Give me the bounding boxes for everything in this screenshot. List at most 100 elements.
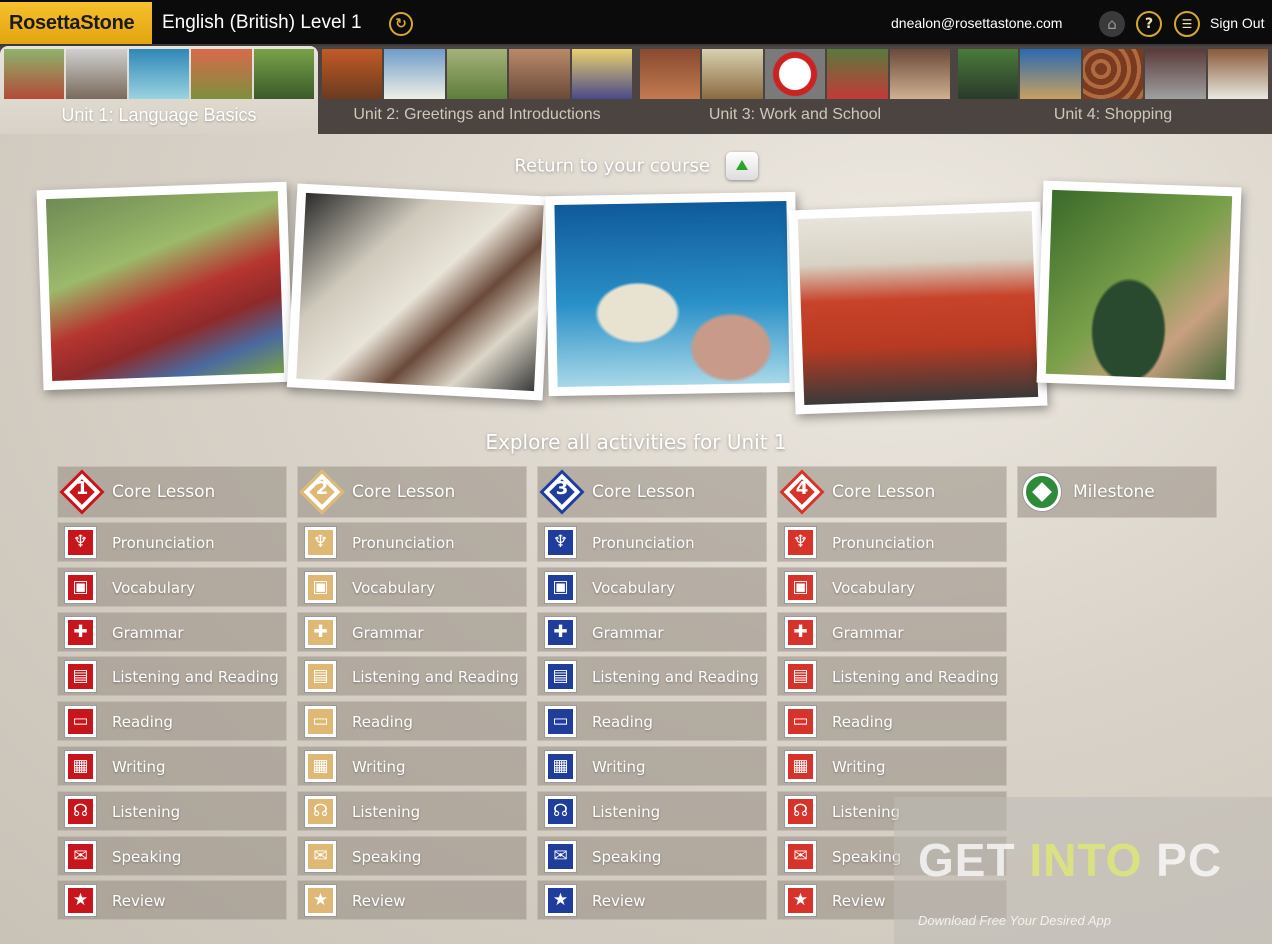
milestone-icon — [1023, 473, 1061, 511]
activity-label: Reading — [832, 713, 893, 732]
lesson-1-photo[interactable] — [36, 181, 294, 391]
speaking-icon: ✉ — [64, 839, 97, 873]
lesson-number: 4 — [795, 478, 809, 499]
refresh-icon[interactable]: ↻ — [389, 12, 413, 36]
speaking-icon: ✉ — [544, 839, 577, 873]
activity-label: Writing — [832, 757, 886, 776]
lesson-number: 2 — [315, 478, 329, 499]
lesson-1-column: 1 Core Lesson ♆ Pronunciation ▣ Vocabulary ✚ Gr… — [57, 466, 287, 925]
activity-listening-reading-3[interactable]: ▤ Listening and Reading — [537, 656, 767, 697]
help-icon[interactable]: ? — [1136, 11, 1162, 37]
grammar-icon: ✚ — [544, 615, 577, 649]
activity-pronunciation-3[interactable]: ♆ Pronunciation — [537, 522, 767, 562]
lesson-2-photo[interactable] — [286, 183, 554, 401]
activity-label: Writing — [592, 757, 646, 776]
unit-1-thumbnails — [4, 49, 315, 99]
tab-unit-1-label: Unit 1: Language Basics — [61, 105, 257, 125]
activity-speaking-2[interactable]: ✉ Speaking — [297, 835, 527, 876]
activity-listening-reading-1[interactable]: ▤ Listening and Reading — [57, 656, 287, 697]
lesson-4-photo[interactable] — [788, 201, 1048, 415]
activity-reading-4[interactable]: ▭ Reading — [777, 701, 1007, 742]
lesson-3-column: 3 Core Lesson ♆ Pronunciation ▣ Vocabulary ✚ Gr… — [537, 466, 767, 925]
activity-listening-reading-2[interactable]: ▤ Listening and Reading — [297, 656, 527, 697]
activity-writing-1[interactable]: ▦ Writing — [57, 745, 287, 786]
listening-icon: ☊ — [784, 794, 817, 828]
activity-review-3[interactable]: ★ Review — [537, 880, 767, 921]
activity-vocabulary-2[interactable]: ▣ Vocabulary — [297, 566, 527, 607]
listening-reading-icon: ▤ — [304, 660, 337, 694]
lesson-number: 3 — [555, 478, 569, 499]
activity-label: Listening — [112, 802, 181, 821]
activity-reading-2[interactable]: ▭ Reading — [297, 701, 527, 742]
activity-grammar-4[interactable]: ✚ Grammar — [777, 611, 1007, 652]
activity-label: Reading — [592, 713, 653, 732]
activity-writing-3[interactable]: ▦ Writing — [537, 745, 767, 786]
activity-label: Writing — [352, 757, 406, 776]
activity-label: Writing — [112, 757, 166, 776]
activity-label: Grammar — [832, 623, 904, 642]
activity-label: Grammar — [112, 623, 184, 642]
review-icon: ★ — [544, 884, 577, 918]
milestone-photo[interactable] — [1036, 180, 1242, 390]
activity-label: Review — [832, 892, 886, 911]
activity-review-1[interactable]: ★ Review — [57, 880, 287, 921]
activity-speaking-3[interactable]: ✉ Speaking — [537, 835, 767, 876]
activity-label: Reading — [112, 713, 173, 732]
sign-out-link[interactable]: Sign Out — [1210, 15, 1264, 31]
activity-vocabulary-1[interactable]: ▣ Vocabulary — [57, 566, 287, 607]
core-lesson-label: Core Lesson — [352, 482, 456, 502]
activity-label: Review — [352, 892, 406, 911]
activity-label: Pronunciation — [592, 534, 695, 552]
activity-label: Listening — [592, 802, 661, 821]
activity-grammar-1[interactable]: ✚ Grammar — [57, 611, 287, 652]
review-icon: ★ — [304, 884, 337, 918]
activity-listening-2[interactable]: ☊ Listening — [297, 790, 527, 831]
writing-icon: ▦ — [544, 749, 577, 783]
listening-reading-icon: ▤ — [784, 660, 817, 694]
pronunciation-icon: ♆ — [784, 526, 817, 559]
core-lesson-4-button[interactable]: 4 Core Lesson — [777, 466, 1007, 518]
activity-listening-reading-4[interactable]: ▤ Listening and Reading — [777, 656, 1007, 697]
activity-listening-3[interactable]: ☊ Listening — [537, 790, 767, 831]
lesson-3-photo[interactable] — [545, 191, 799, 397]
activity-label: Grammar — [352, 623, 424, 642]
milestone-button[interactable]: Milestone — [1017, 466, 1217, 518]
core-lesson-3-button[interactable]: 3 Core Lesson — [537, 466, 767, 518]
activity-label: Pronunciation — [112, 534, 215, 552]
activity-writing-2[interactable]: ▦ Writing — [297, 745, 527, 786]
tab-unit-2[interactable]: Unit 2: Greetings and Introductions — [318, 46, 636, 134]
activity-pronunciation-1[interactable]: ♆ Pronunciation — [57, 522, 287, 562]
core-lesson-1-button[interactable]: 1 Core Lesson — [57, 466, 287, 518]
activity-vocabulary-4[interactable]: ▣ Vocabulary — [777, 566, 1007, 607]
activity-reading-3[interactable]: ▭ Reading — [537, 701, 767, 742]
unit-4-thumbnails — [958, 49, 1269, 99]
core-lesson-2-button[interactable]: 2 Core Lesson — [297, 466, 527, 518]
writing-icon: ▦ — [784, 749, 817, 783]
return-up-arrow-icon[interactable] — [725, 152, 758, 180]
activity-speaking-1[interactable]: ✉ Speaking — [57, 835, 287, 876]
activity-pronunciation-4[interactable]: ♆ Pronunciation — [777, 522, 1007, 562]
activity-label: Speaking — [352, 847, 422, 866]
pronunciation-icon: ♆ — [304, 526, 337, 559]
activity-vocabulary-3[interactable]: ▣ Vocabulary — [537, 566, 767, 607]
activity-grammar-3[interactable]: ✚ Grammar — [537, 611, 767, 652]
activity-writing-4[interactable]: ▦ Writing — [777, 745, 1007, 786]
home-icon[interactable]: ⌂ — [1099, 11, 1125, 37]
activity-reading-1[interactable]: ▭ Reading — [57, 701, 287, 742]
activity-review-2[interactable]: ★ Review — [297, 880, 527, 921]
unit-2-thumbnails — [322, 49, 633, 99]
tab-unit-3[interactable]: Unit 3: Work and School — [636, 46, 954, 134]
tab-unit-4[interactable]: Unit 4: Shopping — [954, 46, 1272, 134]
speaking-icon: ✉ — [304, 839, 337, 873]
menu-list-icon[interactable]: ☰ — [1174, 11, 1200, 37]
activity-label: Listening and Reading — [112, 668, 279, 687]
brand-logo: RosettaStone — [0, 2, 152, 44]
activity-label: Listening — [352, 802, 421, 821]
activity-grammar-2[interactable]: ✚ Grammar — [297, 611, 527, 652]
tab-unit-4-label: Unit 4: Shopping — [1053, 106, 1173, 123]
activity-listening-1[interactable]: ☊ Listening — [57, 790, 287, 831]
tab-unit-1[interactable]: Unit 1: Language Basics — [0, 46, 318, 134]
reading-icon: ▭ — [784, 705, 817, 739]
activity-label: Speaking — [112, 847, 182, 866]
activity-pronunciation-2[interactable]: ♆ Pronunciation — [297, 522, 527, 562]
